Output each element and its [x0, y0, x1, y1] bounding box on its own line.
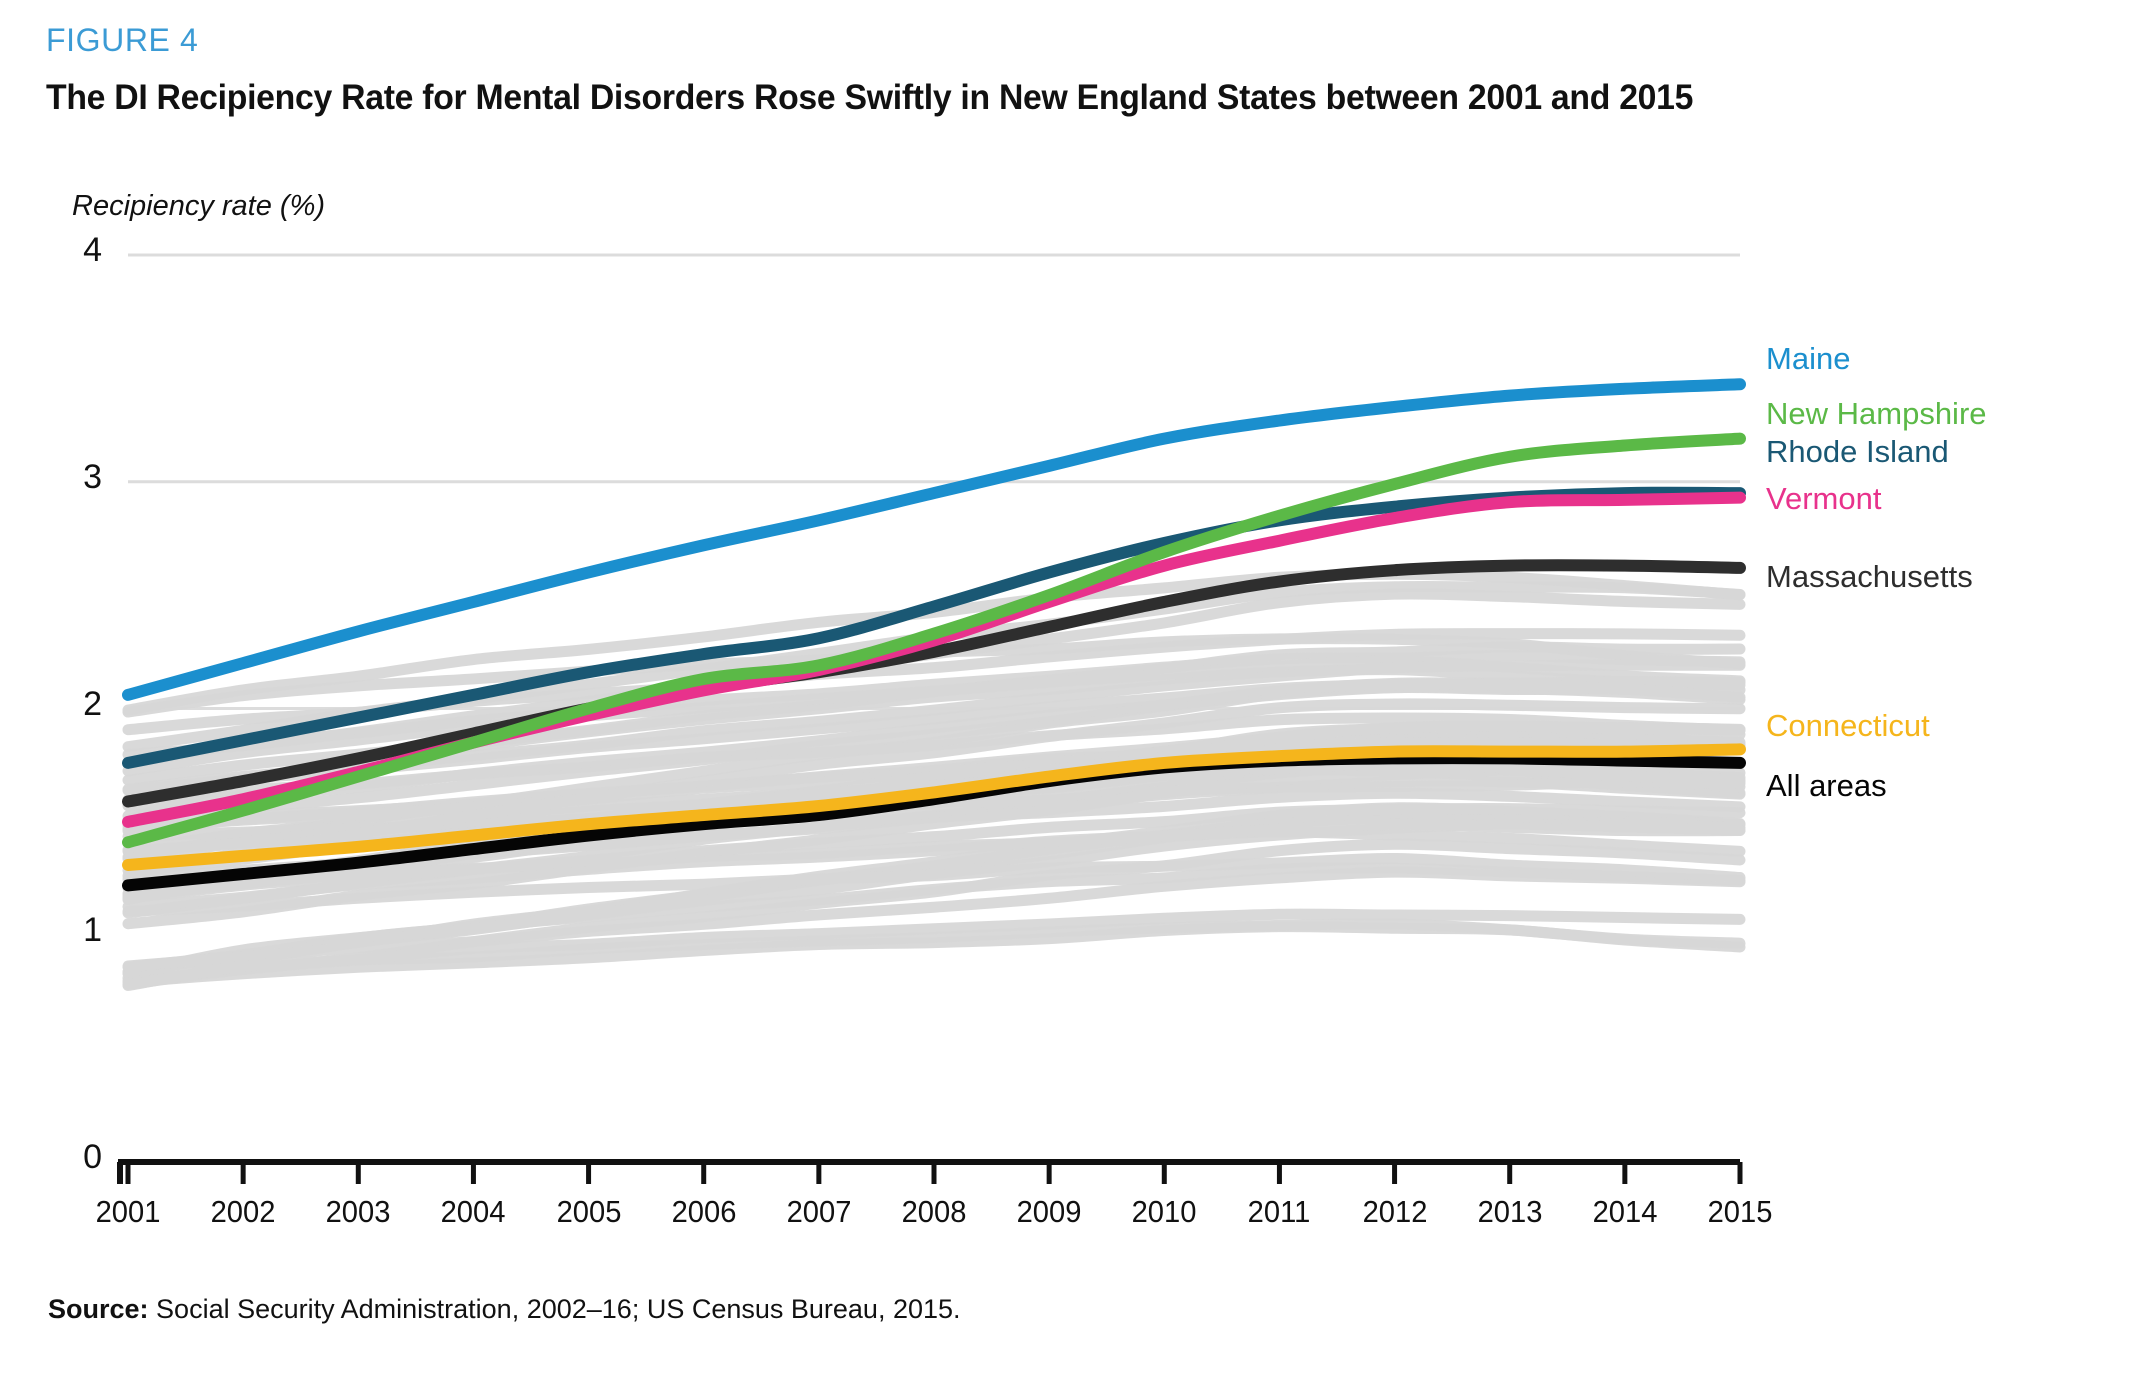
y-tick-label-0: 0	[83, 1138, 102, 1176]
figure-container: FIGURE 4 The DI Recipiency Rate for Ment…	[0, 0, 2130, 1396]
source-note: Source: Social Security Administration, …	[48, 1294, 961, 1325]
y-tick-label-1: 1	[83, 911, 102, 950]
legend-label-connecticut: Connecticut	[1766, 708, 1930, 744]
x-tick-label-2010: 2010	[1131, 1194, 1197, 1229]
source-text: Social Security Administration, 2002–16;…	[156, 1294, 961, 1324]
y-tick-label-3: 3	[83, 457, 102, 496]
x-tick-label-2008: 2008	[901, 1194, 967, 1229]
legend-label-new-hampshire: New Hampshire	[1766, 395, 1987, 431]
x-tick-label-2011: 2011	[1248, 1194, 1311, 1229]
x-tick-label-2006: 2006	[671, 1194, 737, 1229]
x-tick-label-2001: 2001	[95, 1194, 161, 1229]
x-tick-label-2004: 2004	[441, 1194, 506, 1229]
x-tick-label-2015: 2015	[1707, 1194, 1773, 1229]
source-prefix: Source:	[48, 1294, 149, 1324]
line-chart-plot	[117, 253, 1746, 1184]
legend-label-rhode-island: Rhode Island	[1766, 434, 1949, 470]
legend-label-all-areas: All areas	[1766, 767, 1887, 803]
x-tick-label-2009: 2009	[1016, 1194, 1082, 1229]
x-tick-label-2007: 2007	[786, 1194, 852, 1229]
x-tick-label-2013: 2013	[1477, 1194, 1543, 1229]
x-tick-label-2014: 2014	[1592, 1194, 1658, 1229]
y-tick-label-2: 2	[83, 684, 102, 723]
legend-label-massachusetts: Massachusetts	[1766, 558, 1973, 594]
x-tick-label-2005: 2005	[556, 1194, 621, 1229]
x-tick-label-2012: 2012	[1362, 1194, 1427, 1229]
x-tick-label-2002: 2002	[210, 1194, 276, 1229]
legend-label-vermont: Vermont	[1766, 480, 1882, 516]
legend-label-maine: Maine	[1766, 341, 1851, 377]
y-tick-label-4: 4	[83, 231, 102, 269]
x-tick-label-2003: 2003	[325, 1194, 391, 1229]
